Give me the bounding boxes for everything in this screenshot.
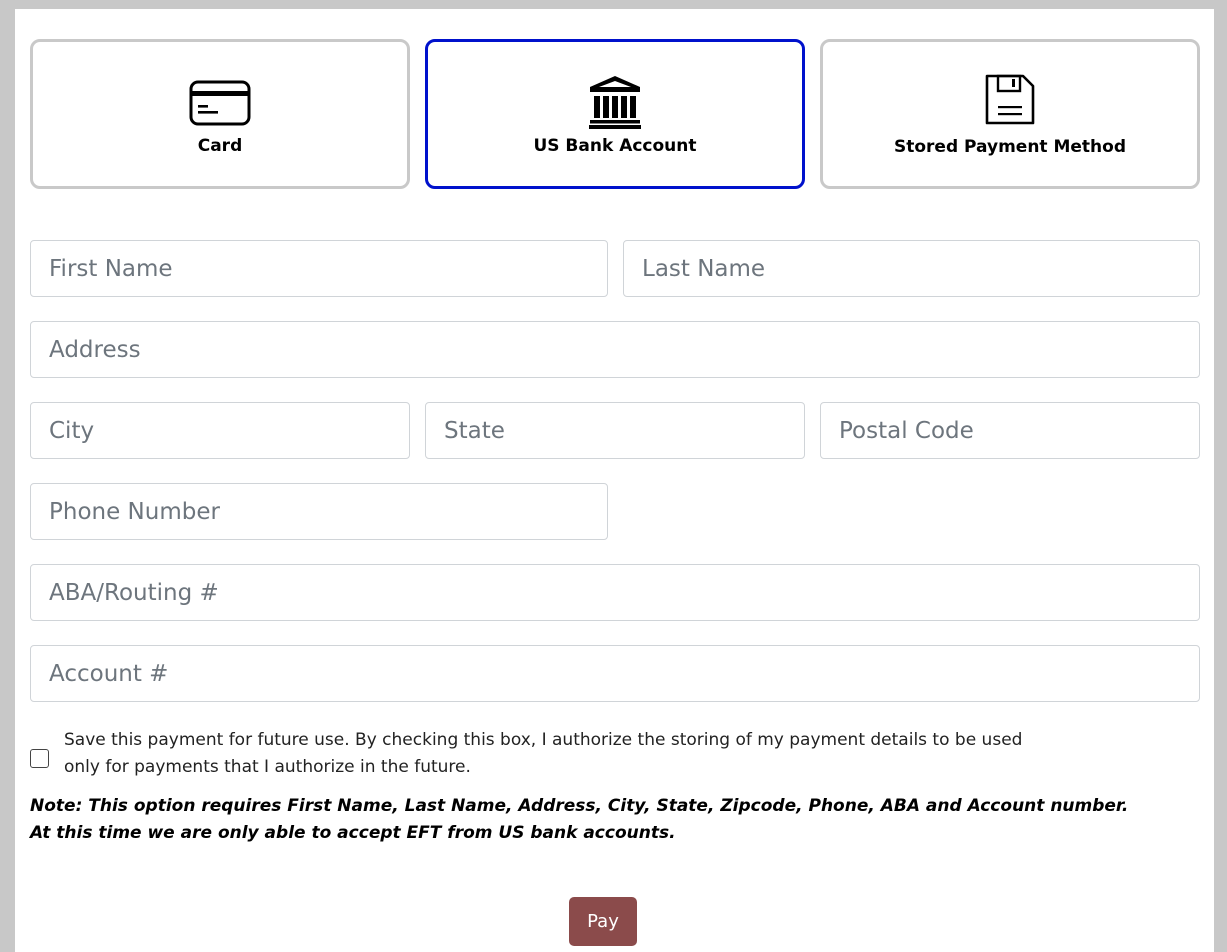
bank-icon — [588, 74, 642, 134]
state-field[interactable] — [425, 402, 805, 459]
tab-stored-payment-method-label: Stored Payment Method — [894, 137, 1126, 157]
credit-card-icon — [189, 80, 251, 130]
bank-account-note: Note: This option requires First Name, L… — [30, 793, 1190, 847]
tab-stored-payment-method[interactable]: Stored Payment Method — [820, 39, 1200, 189]
note-line-2: At this time we are only able to accept … — [30, 823, 676, 843]
first-name-field[interactable] — [30, 240, 608, 297]
city-field[interactable] — [30, 402, 410, 459]
routing-number-field[interactable] — [30, 564, 1200, 621]
pay-button[interactable]: Pay — [569, 897, 637, 946]
payment-method-tabs: Card US Bank Account Stored Payment Meth… — [30, 39, 1200, 189]
postal-code-field[interactable] — [820, 402, 1200, 459]
floppy-disk-icon — [984, 74, 1036, 130]
tab-card[interactable]: Card — [30, 39, 410, 189]
phone-number-field[interactable] — [30, 483, 608, 540]
tab-us-bank-account-label: US Bank Account — [533, 136, 697, 156]
note-line-1: Note: This option requires First Name, L… — [30, 796, 1129, 816]
tab-card-label: Card — [197, 136, 243, 156]
save-payment-label: Save this payment for future use. By che… — [64, 730, 1023, 777]
save-payment-checkbox[interactable] — [30, 749, 49, 768]
tab-us-bank-account[interactable]: US Bank Account — [425, 39, 805, 189]
account-number-field[interactable] — [30, 645, 1200, 702]
address-field[interactable] — [30, 321, 1200, 378]
last-name-field[interactable] — [623, 240, 1200, 297]
